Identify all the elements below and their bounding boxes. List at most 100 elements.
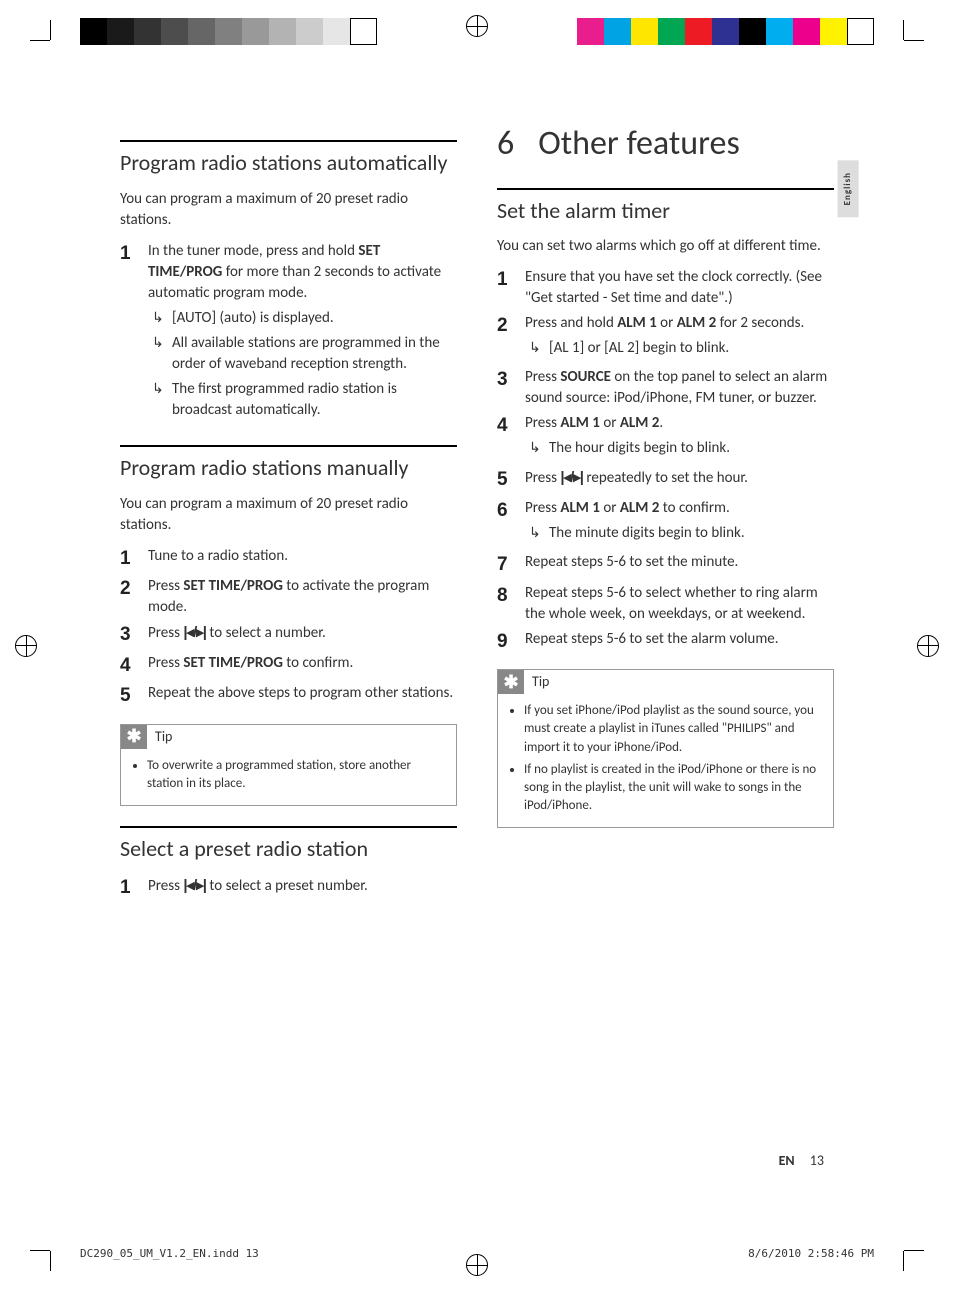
registration-mark-icon (15, 635, 37, 657)
step-body: Repeat steps 5-6 to select whether to ri… (525, 583, 834, 625)
step-number: 1 (120, 546, 148, 573)
step-item: 7Repeat steps 5-6 to set the minute. (497, 552, 834, 579)
step-item: 3Press SOURCE on the top panel to select… (497, 367, 834, 409)
step-body: Press |◂/▸| repeatedly to set the hour. (525, 467, 834, 494)
step-item: 5Press |◂/▸| repeatedly to set the hour. (497, 467, 834, 494)
step-text: Press (525, 469, 560, 487)
intro-text: You can program a maximum of 20 preset r… (120, 494, 457, 536)
tip-box: ✱ Tip To overwrite a programmed station,… (120, 724, 457, 806)
step-item: 4Press SET TIME/PROG to confirm. (120, 653, 457, 680)
step-text: . (659, 414, 663, 432)
page-footer: EN 13 (779, 1151, 824, 1171)
tip-item: If no playlist is created in the iPod/iP… (524, 761, 823, 816)
step-text: to select a preset number. (206, 877, 368, 895)
skip-track-icon: |◂/▸| (183, 624, 206, 641)
result-list: [AUTO] (auto) is displayed. All availabl… (148, 308, 457, 421)
step-number: 1 (120, 875, 148, 902)
section-heading: Program radio stations manually (120, 445, 457, 484)
button-label-text: ALM 1 (560, 499, 600, 517)
registration-mark-icon (466, 15, 488, 37)
right-column: 6 Other features Set the alarm timer You … (497, 120, 834, 1171)
step-item: 9Repeat steps 5-6 to set the alarm volum… (497, 629, 834, 656)
result-list: The minute digits begin to blink. (525, 523, 834, 544)
step-list: 1Ensure that you have set the clock corr… (497, 267, 834, 655)
step-text: or (600, 499, 620, 517)
step-body: Press |◂/▸| to select a preset number. (148, 875, 457, 902)
tip-label: Tip (155, 727, 172, 747)
footer-page-number: 13 (810, 1152, 824, 1169)
skip-track-icon: |◂/▸| (183, 877, 206, 894)
tip-icon: ✱ (121, 725, 147, 749)
step-text: to select a number. (206, 624, 326, 642)
tip-header: ✱ Tip (498, 670, 833, 694)
tip-box: ✱ Tip If you set iPhone/iPod playlist as… (497, 669, 834, 828)
step-item: 1Press |◂/▸| to select a preset number. (120, 875, 457, 902)
intro-text: You can set two alarms which go off at d… (497, 236, 834, 257)
step-text: to confirm. (659, 499, 729, 517)
step-number: 9 (497, 629, 525, 656)
step-number: 7 (497, 552, 525, 579)
step-item: 2 Press and hold ALM 1 or ALM 2 for 2 se… (497, 313, 834, 363)
chapter-number: 6 (497, 123, 514, 164)
tip-icon: ✱ (498, 670, 524, 694)
step-number: 2 (497, 313, 525, 363)
intro-text: You can program a maximum of 20 preset r… (120, 189, 457, 231)
step-body: Press |◂/▸| to select a number. (148, 622, 457, 649)
chapter-title: Other features (538, 123, 740, 164)
crop-mark-icon (50, 40, 80, 70)
step-item: 2Press SET TIME/PROG to activate the pro… (120, 576, 457, 618)
result-list: The hour digits begin to blink. (525, 438, 834, 459)
button-label-text: ALM 1 (617, 314, 657, 332)
button-label-text: SET TIME/PROG (183, 577, 283, 595)
registration-mark-icon (917, 635, 939, 657)
tip-item: To overwrite a programmed station, store… (147, 757, 446, 793)
page-content: Program radio stations automatically You… (120, 120, 834, 1171)
result-item: The minute digits begin to blink. (525, 523, 834, 544)
step-number: 5 (120, 683, 148, 710)
step-number: 5 (497, 467, 525, 494)
step-body: Repeat the above steps to program other … (148, 683, 457, 710)
result-item: All available stations are programmed in… (148, 333, 457, 375)
button-label-text: SET TIME/PROG (183, 654, 283, 672)
grayscale-strip (80, 18, 377, 45)
step-body: Press and hold ALM 1 or ALM 2 for 2 seco… (525, 313, 834, 363)
step-body: Press SET TIME/PROG to activate the prog… (148, 576, 457, 618)
step-text: or (600, 414, 620, 432)
step-list: 1Press |◂/▸| to select a preset number. (120, 875, 457, 902)
button-label-text: ALM 1 (560, 414, 600, 432)
step-item: 3Press |◂/▸| to select a number. (120, 622, 457, 649)
tip-item: If you set iPhone/iPod playlist as the s… (524, 702, 823, 757)
step-item: 6 Press ALM 1 or ALM 2 to confirm. The m… (497, 498, 834, 548)
footer-lang: EN (779, 1152, 795, 1169)
skip-track-icon: |◂/▸| (560, 469, 583, 486)
step-text: Press (148, 577, 183, 595)
step-text: Press (525, 499, 560, 517)
step-text: In the tuner mode, press and hold (148, 242, 358, 260)
step-item: 1Tune to a radio station. (120, 546, 457, 573)
step-list: 1 In the tuner mode, press and hold SET … (120, 241, 457, 425)
step-text: or (657, 314, 677, 332)
tip-header: ✱ Tip (121, 725, 456, 749)
step-number: 3 (120, 622, 148, 649)
step-body: Press ALM 1 or ALM 2 to confirm. The min… (525, 498, 834, 548)
button-label-text: ALM 2 (620, 499, 660, 517)
crop-mark-icon (874, 1221, 904, 1251)
result-item: [AL 1] or [AL 2] begin to blink. (525, 338, 834, 359)
step-number: 3 (497, 367, 525, 409)
step-item: 5Repeat the above steps to program other… (120, 683, 457, 710)
crop-mark-icon (874, 40, 904, 70)
step-body: Repeat steps 5-6 to set the alarm volume… (525, 629, 834, 656)
step-number: 8 (497, 583, 525, 625)
step-number: 6 (497, 498, 525, 548)
step-body: Tune to a radio station. (148, 546, 457, 573)
result-item: The hour digits begin to blink. (525, 438, 834, 459)
step-text: Press and hold (525, 314, 617, 332)
step-number: 2 (120, 576, 148, 618)
step-text: Press (148, 624, 183, 642)
section-heading: Set the alarm timer (497, 188, 834, 227)
result-list: [AL 1] or [AL 2] begin to blink. (525, 338, 834, 359)
button-label-text: ALM 2 (620, 414, 660, 432)
print-footer: DC290_05_UM_V1.2_EN.indd 13 8/6/2010 2:5… (80, 1246, 874, 1261)
step-body: Press SOURCE on the top panel to select … (525, 367, 834, 409)
step-text: Press (148, 877, 183, 895)
